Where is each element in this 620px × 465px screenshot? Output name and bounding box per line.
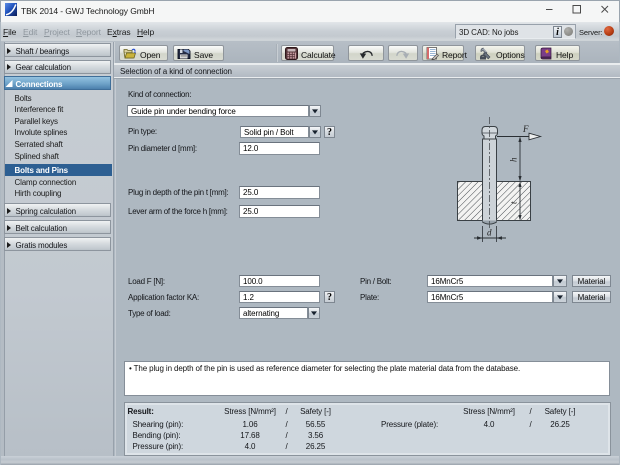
svg-text:h: h (509, 157, 519, 162)
svg-text:d: d (487, 228, 492, 238)
svg-text:F: F (522, 124, 529, 134)
